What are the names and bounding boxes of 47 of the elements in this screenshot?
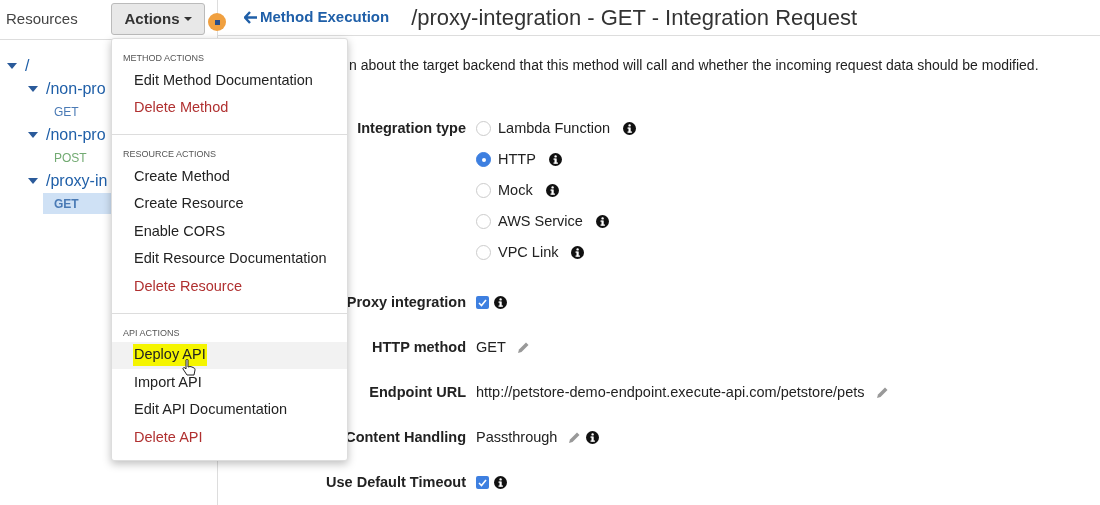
option-label: AWS Service (498, 211, 583, 231)
resource-item[interactable]: / (25, 53, 30, 78)
option-label: Lambda Function (498, 118, 611, 138)
menu-item[interactable]: Edit Resource Documentation (112, 245, 347, 273)
field-label: HTTP method (371, 337, 467, 357)
menu-item[interactable]: Enable CORS (112, 218, 347, 246)
page-title: /proxy-integration - GET - Integration Request (411, 4, 858, 33)
sidebar-title: Resources (6, 9, 78, 30)
back-link[interactable]: Method Execution (244, 6, 390, 29)
field-label: Use Default Timeout (325, 472, 467, 492)
menu-item[interactable]: Create Method (112, 163, 347, 191)
menu-item[interactable]: Delete Method (112, 94, 347, 122)
option-label: Mock (498, 180, 533, 200)
menu-item[interactable]: Import API (112, 369, 347, 397)
hand-cursor-icon (182, 358, 196, 376)
checkbox[interactable] (476, 296, 489, 309)
highlighted-text: Deploy API (133, 344, 207, 367)
section-header: RESOURCE ACTIONS (122, 148, 217, 161)
resource-item[interactable]: /proxy-in (46, 168, 108, 193)
radio-button[interactable] (476, 152, 491, 167)
field-label: Proxy integration (345, 292, 467, 312)
menu-item[interactable]: Edit Method Documentation (112, 67, 347, 95)
radio-button[interactable] (476, 121, 491, 136)
field-label: Endpoint URL (368, 382, 467, 402)
field-value: http://petstore-demo-endpoint.execute-api.com/petstore/pets (476, 382, 865, 402)
section-header: METHOD ACTIONS (122, 52, 205, 65)
radio-button[interactable] (476, 245, 491, 260)
radio-button[interactable] (476, 183, 491, 198)
menu-item[interactable]: Delete Resource (112, 273, 347, 301)
description-text: n about the target backend that this method will call and whether the incoming request data should be modified. (349, 55, 1039, 75)
field-label: Integration type (356, 119, 467, 138)
section-header: API ACTIONS (122, 326, 181, 340)
menu-item[interactable]: Edit API Documentation (112, 396, 347, 424)
field-value: GET (476, 337, 506, 357)
resource-item[interactable]: /non-pro (46, 122, 106, 147)
checkbox[interactable] (476, 476, 489, 489)
check-icon (478, 478, 487, 487)
check-icon (478, 298, 487, 307)
option-label: VPC Link (498, 242, 559, 262)
field-value: Passthrough (476, 427, 558, 447)
arrow-left-icon (244, 11, 257, 25)
resource-item[interactable]: /non-pro (46, 76, 106, 101)
menu-item[interactable]: Delete API (112, 424, 347, 452)
actions-button[interactable]: Actions (111, 3, 205, 35)
caret-icon (183, 17, 192, 21)
option-label: HTTP (498, 149, 536, 169)
radio-button[interactable] (476, 214, 491, 229)
